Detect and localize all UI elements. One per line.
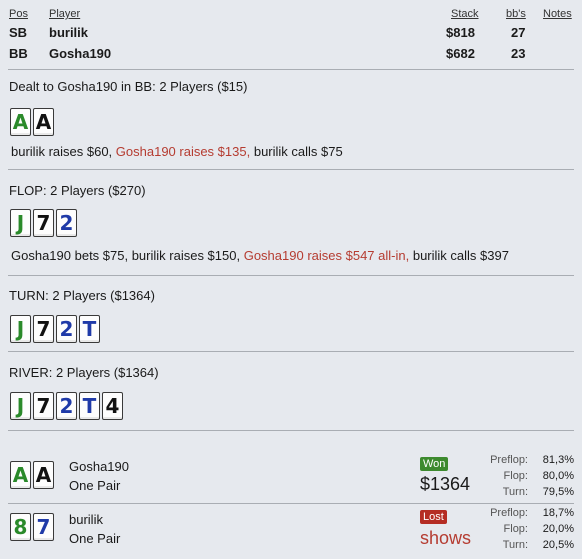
action-text: burilik raises $60, — [11, 144, 113, 159]
divider — [8, 430, 574, 431]
playing-card: A — [33, 108, 54, 136]
divider — [8, 169, 574, 170]
player-stack: $818 — [446, 25, 475, 40]
playing-card: J — [10, 209, 31, 237]
playing-card: 2 — [56, 392, 77, 420]
equity-stats: Preflop: 81,3% Flop: 80,0% Turn: 79,5% — [468, 452, 574, 500]
result-badge: Won — [420, 457, 449, 471]
stat-label: Flop: — [503, 470, 528, 482]
stat-label: Preflop: — [490, 507, 528, 519]
stat-label: Preflop: — [490, 454, 528, 466]
result-player-name[interactable]: burilik — [69, 510, 120, 529]
player-bbs: 27 — [511, 25, 526, 40]
flop-cards: J72 — [10, 209, 77, 237]
turn-title: TURN: 2 Players ($1364) — [9, 288, 155, 303]
playing-card: 7 — [33, 209, 54, 237]
player-pos: BB — [9, 46, 28, 61]
river-title: RIVER: 2 Players ($1364) — [9, 365, 159, 380]
result-hole-cards: 87 — [10, 513, 54, 541]
playing-card: A — [10, 461, 31, 489]
divider — [8, 69, 574, 70]
stat-label: Turn: — [502, 486, 528, 498]
playing-card: A — [10, 108, 31, 136]
playing-card: J — [10, 392, 31, 420]
result-amount: $1364 — [420, 474, 471, 494]
stat-value: 81,3% — [542, 454, 574, 466]
result-badge: Lost — [420, 510, 447, 524]
preflop-actions: burilik raises $60, Gosha190 raises $135… — [11, 144, 343, 159]
result-player: burilik One Pair — [69, 510, 120, 548]
playing-card: A — [33, 461, 54, 489]
stat-value: 18,7% — [542, 507, 574, 519]
playing-card: 7 — [33, 315, 54, 343]
stat-label: Flop: — [503, 523, 528, 535]
turn-cards: J72T — [10, 315, 100, 343]
hero-action-text: Gosha190 raises $135, — [115, 144, 251, 159]
playing-card: 8 — [10, 513, 31, 541]
preflop-title: Dealt to Gosha190 in BB: 2 Players ($15) — [9, 79, 248, 94]
playing-card: 4 — [102, 392, 123, 420]
col-stack[interactable]: Stack — [451, 8, 479, 20]
result-hand: One Pair — [69, 478, 121, 493]
action-text: burilik calls $397 — [412, 248, 509, 263]
playing-card: J — [10, 315, 31, 343]
playing-card: 2 — [56, 209, 77, 237]
playing-card: 7 — [33, 392, 54, 420]
equity-stats: Preflop: 18,7% Flop: 20,0% Turn: 20,5% — [468, 505, 574, 553]
stat-value: 20,5% — [542, 539, 574, 551]
result-player-name[interactable]: Gosha190 — [69, 457, 129, 476]
result-amount: shows — [420, 528, 472, 548]
playing-card: T — [79, 315, 100, 343]
stat-label: Turn: — [502, 539, 528, 551]
stat-value: 79,5% — [542, 486, 574, 498]
result-hole-cards: AA — [10, 461, 54, 489]
preflop-cards: AA — [10, 108, 54, 136]
player-pos: SB — [9, 25, 28, 40]
result-hand: One Pair — [69, 531, 121, 546]
player-stack: $682 — [446, 46, 475, 61]
divider — [8, 351, 574, 352]
action-text: burilik calls $75 — [253, 144, 343, 159]
col-pos[interactable]: Pos — [9, 8, 28, 20]
playing-card: 2 — [56, 315, 77, 343]
player-name[interactable]: burilik — [49, 25, 88, 40]
stat-value: 80,0% — [542, 470, 574, 482]
col-player[interactable]: Player — [49, 8, 80, 20]
player-name[interactable]: Gosha190 — [49, 46, 111, 61]
col-notes[interactable]: Notes — [543, 8, 572, 20]
river-cards: J72T4 — [10, 392, 123, 420]
action-text: Gosha190 bets $75, burilik raises $150, — [11, 248, 241, 263]
flop-title: FLOP: 2 Players ($270) — [9, 183, 146, 198]
result-player: Gosha190 One Pair — [69, 457, 129, 495]
player-bbs: 23 — [511, 46, 526, 61]
playing-card: T — [79, 392, 100, 420]
divider — [8, 275, 574, 276]
col-bbs[interactable]: bb's — [506, 8, 526, 20]
divider — [8, 503, 574, 504]
flop-actions: Gosha190 bets $75, burilik raises $150, … — [11, 248, 509, 263]
playing-card: 7 — [33, 513, 54, 541]
hero-action-text: Gosha190 raises $547 all-in, — [243, 248, 410, 263]
stat-value: 20,0% — [542, 523, 574, 535]
